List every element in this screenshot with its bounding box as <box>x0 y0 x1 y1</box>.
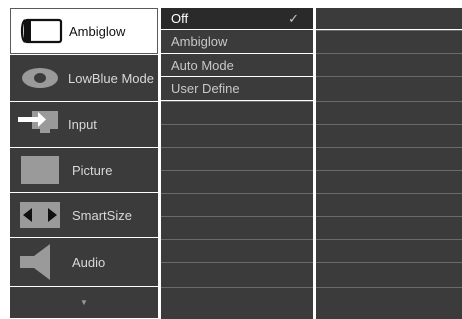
submenu-option-auto-mode[interactable]: Auto Mode <box>161 54 313 76</box>
detail-empty-row <box>316 30 462 53</box>
menu-item-label: SmartSize <box>72 207 132 223</box>
menu-item-label: Picture <box>72 162 113 178</box>
submenu-option-user-define[interactable]: User Define <box>161 77 313 100</box>
submenu-empty-row <box>161 170 313 193</box>
menu-scroll-down[interactable]: ▼ <box>10 287 158 318</box>
menu-item-ambiglow[interactable]: Ambiglow <box>10 8 158 54</box>
menu-item-input[interactable]: Input <box>10 102 158 147</box>
detail-empty-row <box>316 101 462 124</box>
menu-item-picture[interactable]: Picture <box>10 148 158 192</box>
detail-empty-row <box>316 287 462 319</box>
detail-empty-row <box>316 124 462 147</box>
submenu-option-label: Ambiglow <box>171 34 228 49</box>
menu-item-label: Input <box>68 117 97 132</box>
submenu-empty-row <box>161 147 313 170</box>
menu-item-audio[interactable]: Audio <box>10 238 158 286</box>
submenu-empty-row <box>161 193 313 216</box>
detail-empty-row <box>316 193 462 216</box>
submenu-option-label: Off <box>171 11 189 26</box>
detail-empty-row <box>316 216 462 239</box>
osd-menu: Ambiglow LowBlue Mode Input Picture Smar… <box>0 0 462 319</box>
speaker-icon <box>12 238 68 286</box>
submenu-empty-row <box>161 239 313 262</box>
submenu-empty-row <box>161 262 313 287</box>
menu-item-label: Audio <box>72 254 106 270</box>
chevron-down-icon: ▼ <box>80 298 88 307</box>
submenu-option-ambiglow[interactable]: Ambiglow <box>161 30 313 53</box>
menu-item-label: Ambiglow <box>69 23 126 39</box>
detail-empty-row <box>316 147 462 170</box>
checkmark-icon: ✓ <box>288 10 299 26</box>
submenu-empty-row <box>161 216 313 239</box>
resize-arrows-icon <box>12 193 68 237</box>
picture-icon <box>12 148 68 192</box>
input-arrow-icon <box>12 102 68 147</box>
submenu-option-label: User Define <box>171 81 240 96</box>
menu-item-label: LowBlue Mode <box>68 70 154 86</box>
menu-item-lowblue-mode[interactable]: LowBlue Mode <box>10 55 158 101</box>
detail-empty-row <box>316 53 462 76</box>
submenu-option-off[interactable]: Off ✓ <box>161 8 313 29</box>
detail-empty-row <box>316 8 462 29</box>
submenu-option-label: Auto Mode <box>171 57 234 73</box>
detail-empty-row <box>316 239 462 262</box>
detail-empty-row <box>316 262 462 287</box>
submenu-empty-row <box>161 101 313 124</box>
detail-empty-row <box>316 170 462 193</box>
submenu-empty-row <box>161 124 313 147</box>
menu-item-smartsize[interactable]: SmartSize <box>10 193 158 237</box>
eye-icon <box>12 55 68 101</box>
ambiglow-icon <box>13 9 69 53</box>
detail-empty-row <box>316 76 462 101</box>
submenu-empty-row <box>161 287 313 319</box>
